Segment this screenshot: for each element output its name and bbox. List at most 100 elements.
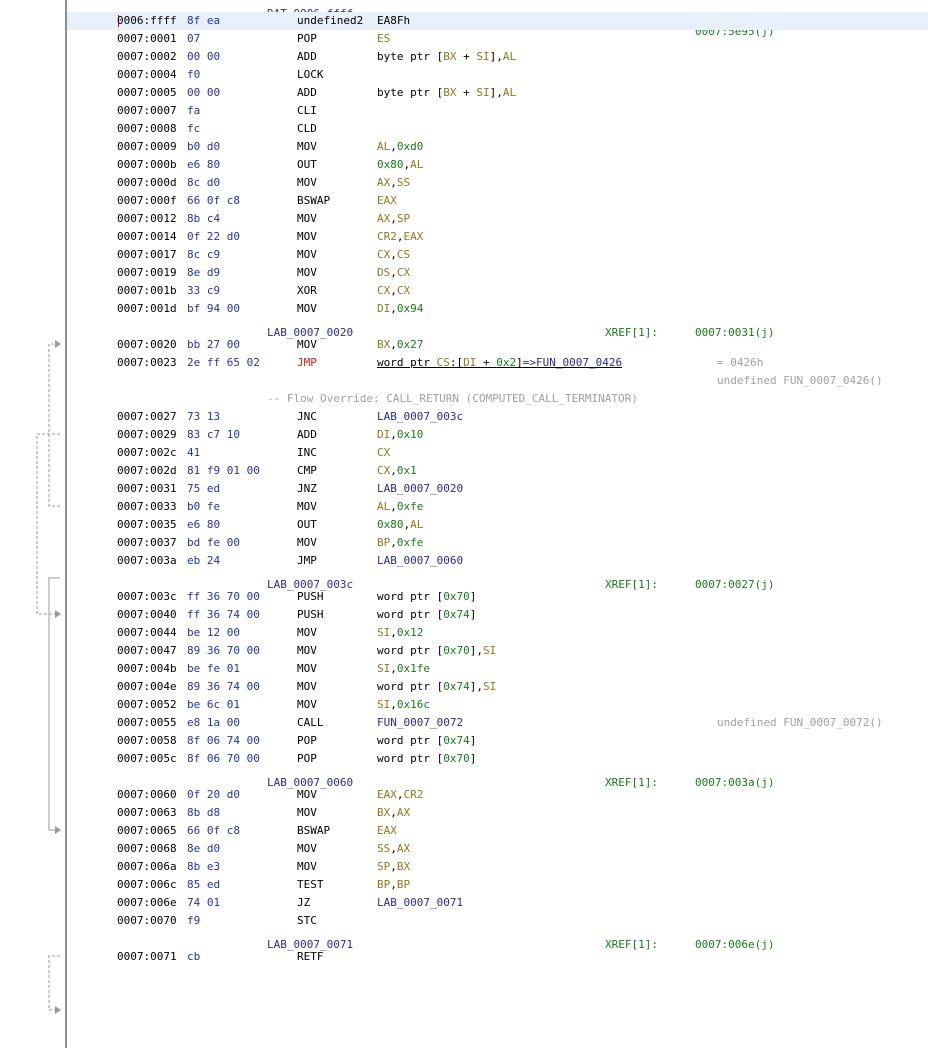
instruction-mnemonic[interactable]: ADD [297,426,317,444]
instruction-row[interactable]: 0007:0031 75 ed JNZ LAB_0007_0020 [67,480,928,498]
instruction-operands[interactable]: SI,0x16c [377,696,430,714]
instruction-operands[interactable]: SS,AX [377,840,410,858]
instruction-address[interactable]: 0007:0033 [117,498,177,516]
instruction-row[interactable]: 0007:0044 be 12 00 MOV SI,0x12 [67,624,928,642]
instruction-address[interactable]: 0007:0019 [117,264,177,282]
instruction-row[interactable]: 0007:004b be fe 01 MOV SI,0x1fe [67,660,928,678]
instruction-row[interactable]: 0007:0007 fa CLI [67,102,928,120]
instruction-mnemonic[interactable]: MOV [297,534,317,552]
instruction-operands[interactable]: word ptr [0x70] [377,750,476,768]
instruction-address[interactable]: 0007:006a [117,858,177,876]
instruction-address[interactable]: 0007:0009 [117,138,177,156]
instruction-row[interactable]: 0007:0004 f0 LOCK [67,66,928,84]
instruction-row[interactable]: 0007:0055 e8 1a 00 CALL FUN_0007_0072 undefi… [67,714,928,732]
instruction-mnemonic[interactable]: PUSH [297,606,324,624]
instruction-mnemonic[interactable]: MOV [297,300,317,318]
instruction-mnemonic[interactable]: POP [297,30,317,48]
instruction-row[interactable]: 0007:0047 89 36 70 00 MOV word ptr [0x70],S… [67,642,928,660]
instruction-operands[interactable]: BP,BP [377,876,410,894]
instruction-address[interactable]: 0007:0040 [117,606,177,624]
instruction-mnemonic[interactable]: BSWAP [297,192,330,210]
instruction-address[interactable]: 0007:0012 [117,210,177,228]
instruction-operands[interactable]: BX,AX [377,804,410,822]
instruction-row[interactable]: 0007:0063 8b d8 MOV BX,AX [67,804,928,822]
instruction-operands[interactable]: ES [377,30,390,48]
instruction-row[interactable]: 0007:003c ff 36 70 00 PUSH word ptr [0x70] [67,588,928,606]
instruction-operands[interactable]: DI,0x10 [377,426,423,444]
instruction-row[interactable]: 0007:000b e6 80 OUT 0x80,AL [67,156,928,174]
instruction-address[interactable]: 0007:0052 [117,696,177,714]
instruction-mnemonic[interactable]: MOV [297,786,317,804]
instruction-mnemonic[interactable]: JNZ [297,480,317,498]
instruction-operands[interactable]: AX,SS [377,174,410,192]
instruction-address[interactable]: 0007:0044 [117,624,177,642]
instruction-operands[interactable]: word ptr CS:[DI + 0x2]=>FUN_0007_0426 [377,354,622,372]
instruction-operands[interactable]: 0x80,AL [377,156,423,174]
instruction-address[interactable]: 0006:ffff [117,12,177,30]
instruction-row[interactable]: 0007:005c 8f 06 70 00 POP word ptr [0x70] [67,750,928,768]
instruction-address[interactable]: 0007:0027 [117,408,177,426]
instruction-address[interactable]: 0007:0047 [117,642,177,660]
instruction-mnemonic[interactable]: JNC [297,408,317,426]
instruction-row[interactable]: 0007:0017 8c c9 MOV CX,CS [67,246,928,264]
instruction-operands[interactable]: word ptr [0x74],SI [377,678,496,696]
instruction-operands[interactable]: word ptr [0x70] [377,588,476,606]
instruction-mnemonic[interactable]: MOV [297,840,317,858]
instruction-operands[interactable]: CX,0x1 [377,462,417,480]
instruction-mnemonic[interactable]: MOV [297,246,317,264]
instruction-address[interactable]: 0007:0068 [117,840,177,858]
instruction-mnemonic[interactable]: MOV [297,498,317,516]
instruction-address[interactable]: 0007:0008 [117,120,177,138]
instruction-row[interactable]: 0007:003a eb 24 JMP LAB_0007_0060 [67,552,928,570]
instruction-operands[interactable]: word ptr [0x74] [377,606,476,624]
instruction-mnemonic[interactable]: MOV [297,624,317,642]
instruction-row[interactable]: 0007:0012 8b c4 MOV AX,SP [67,210,928,228]
instruction-mnemonic[interactable]: XOR [297,282,317,300]
instruction-operands[interactable]: word ptr [0x74] [377,732,476,750]
instruction-mnemonic[interactable]: CMP [297,462,317,480]
instruction-row[interactable]: 0007:002d 81 f9 01 00 CMP CX,0x1 [67,462,928,480]
instruction-operands[interactable]: CX,CS [377,246,410,264]
instruction-operands[interactable]: BP,0xfe [377,534,423,552]
instruction-operands[interactable]: EA8Fh [377,12,410,30]
instruction-address[interactable]: 0007:003a [117,552,177,570]
instruction-address[interactable]: 0007:0063 [117,804,177,822]
instruction-operands[interactable]: BX,0x27 [377,336,423,354]
instruction-mnemonic[interactable]: CLI [297,102,317,120]
instruction-mnemonic[interactable]: MOV [297,858,317,876]
instruction-row[interactable]: 0007:000d 8c d0 MOV AX,SS [67,174,928,192]
instruction-row[interactable]: 0007:0037 bd fe 00 MOV BP,0xfe [67,534,928,552]
instruction-address[interactable]: 0007:002c [117,444,177,462]
instruction-row[interactable]: 0007:0023 2e ff 65 02 JMP word ptr CS:[DI +… [67,354,928,372]
instruction-operands[interactable]: AL,0xfe [377,498,423,516]
instruction-address[interactable]: 0007:004b [117,660,177,678]
instruction-operands[interactable]: byte ptr [BX + SI],AL [377,48,516,66]
instruction-row[interactable]: 0007:0040 ff 36 74 00 PUSH word ptr [0x74] [67,606,928,624]
instruction-mnemonic[interactable]: INC [297,444,317,462]
instruction-operands[interactable]: CX [377,444,390,462]
instruction-operands[interactable]: AL,0xd0 [377,138,423,156]
instruction-mnemonic[interactable]: undefined2 [297,12,363,30]
disassembly-listing[interactable]: DAT_0006_ffff 0007:5e95(j) 0006:ffff 8f e… [67,0,928,1048]
instruction-mnemonic[interactable]: POP [297,732,317,750]
instruction-operands[interactable]: LAB_0007_0060 [377,552,463,570]
instruction-operands[interactable]: DS,CX [377,264,410,282]
instruction-row[interactable]: 0007:0071 cb RETF [67,948,928,966]
instruction-row[interactable]: 0007:0019 8e d9 MOV DS,CX [67,264,928,282]
instruction-mnemonic[interactable]: MOV [297,642,317,660]
instruction-row[interactable]: 0007:0035 e6 80 OUT 0x80,AL [67,516,928,534]
instruction-row[interactable]: 0007:0070 f9 STC [67,912,928,930]
instruction-row[interactable]: 0007:0060 0f 20 d0 MOV EAX,CR2 [67,786,928,804]
instruction-row[interactable]: 0007:0020 bb 27 00 MOV BX,0x27 [67,336,928,354]
instruction-row[interactable]: 0007:0027 73 13 JNC LAB_0007_003c [67,408,928,426]
instruction-operands[interactable]: SP,BX [377,858,410,876]
instruction-operands[interactable]: word ptr [0x70],SI [377,642,496,660]
instruction-operands[interactable]: EAX,CR2 [377,786,423,804]
instruction-operands[interactable]: LAB_0007_003c [377,408,463,426]
instruction-row[interactable]: 0007:002c 41 INC CX [67,444,928,462]
instruction-address[interactable]: 0007:0055 [117,714,177,732]
instruction-mnemonic[interactable]: MOV [297,174,317,192]
instruction-address[interactable]: 0007:0014 [117,228,177,246]
instruction-row[interactable]: 0007:0005 00 00 ADD byte ptr [BX + SI],AL [67,84,928,102]
instruction-address[interactable]: 0007:0017 [117,246,177,264]
